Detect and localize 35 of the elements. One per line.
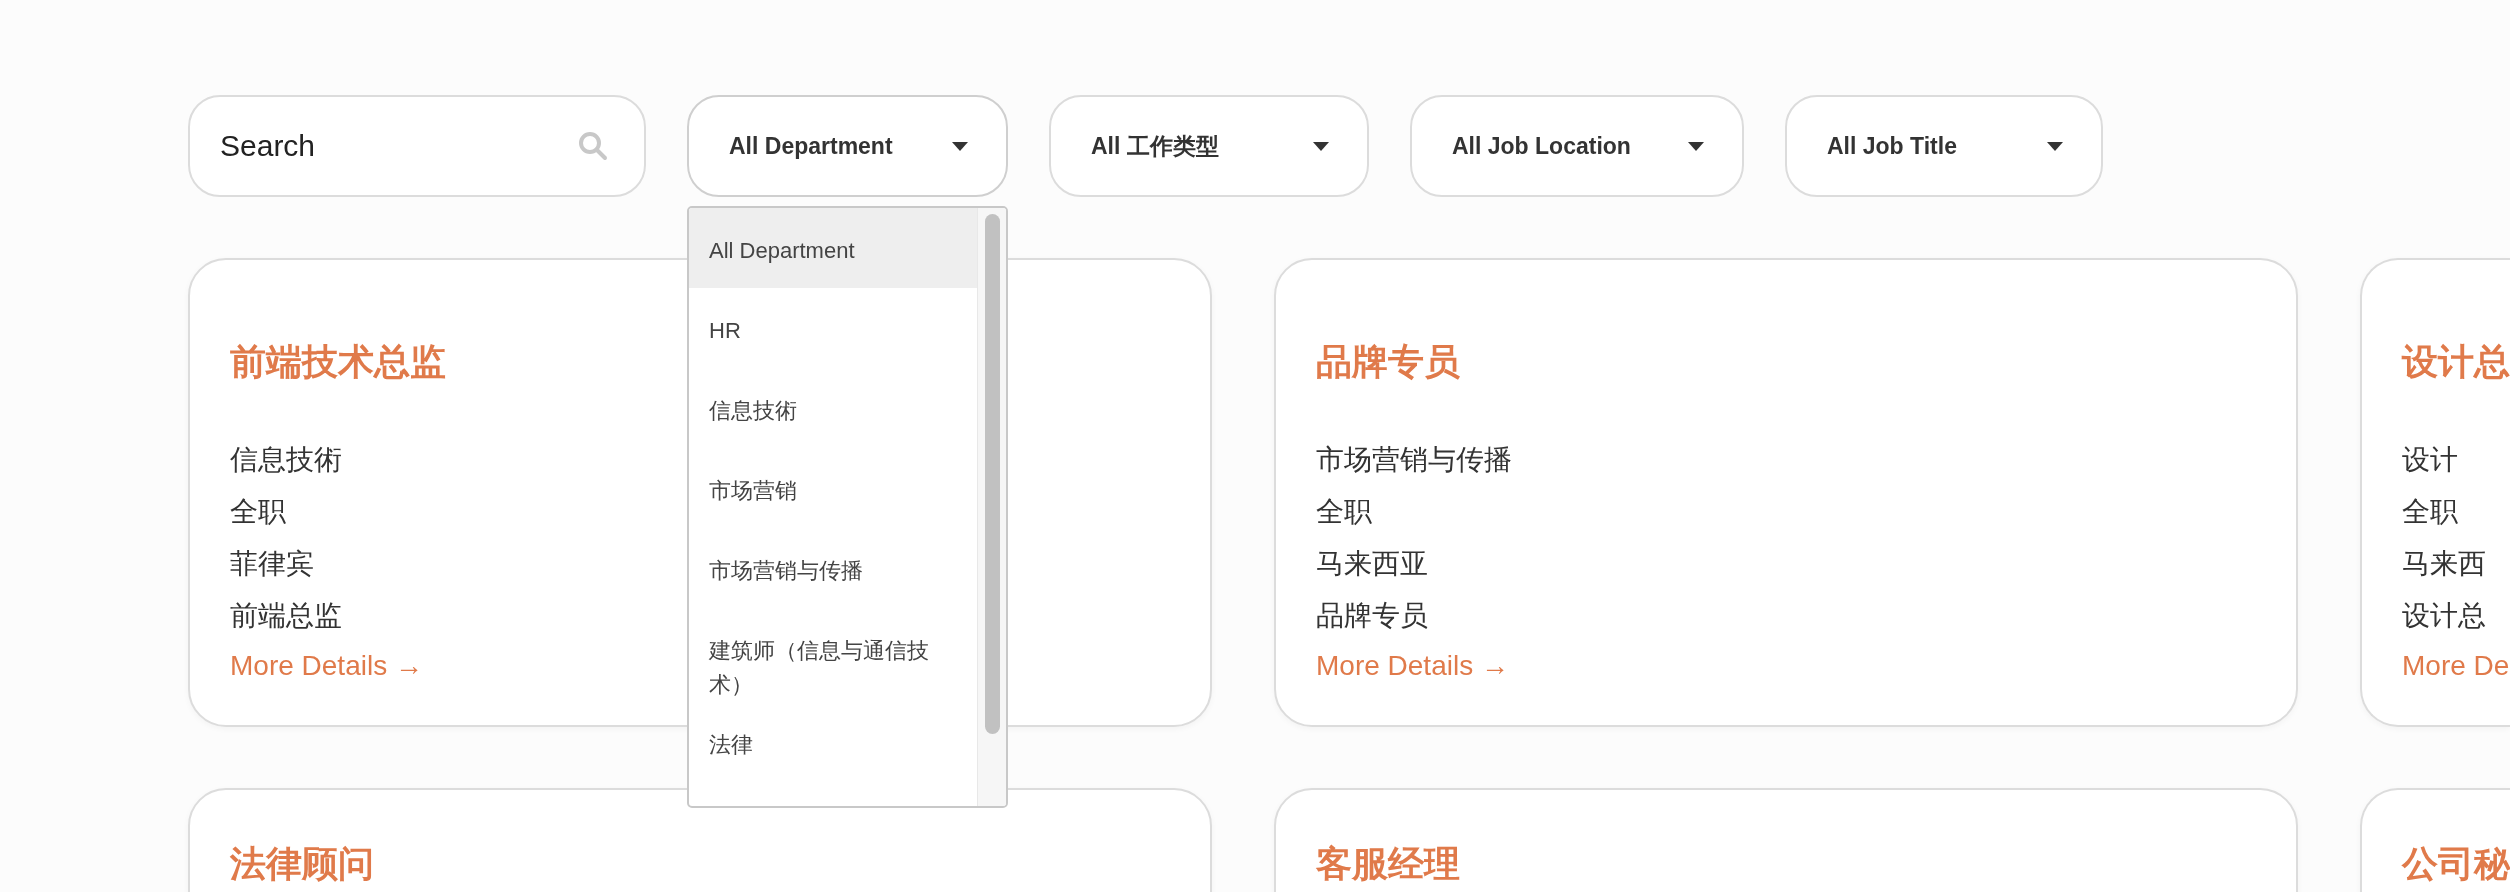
- scrollbar[interactable]: [977, 208, 1006, 806]
- job-detail: 品牌专员: [1316, 599, 1428, 633]
- job-detail: 市场营销与传播: [1316, 443, 1512, 477]
- filter-dropdown[interactable]: All 工作类型: [1049, 95, 1369, 197]
- job-title: 客服经理: [1316, 844, 1461, 884]
- filter-dropdown[interactable]: All Job Location: [1410, 95, 1744, 197]
- job-detail: 设计: [2402, 443, 2458, 477]
- dropdown-option[interactable]: All Department: [689, 208, 977, 288]
- search-icon: [578, 131, 608, 161]
- job-detail: 马来西亚: [1316, 547, 1428, 581]
- search-field[interactable]: Search: [188, 95, 646, 197]
- job-detail: 马来西: [2402, 547, 2486, 581]
- caret-icon: [952, 141, 968, 151]
- caret-icon: [1688, 141, 1704, 151]
- dropdown-option[interactable]: 市场营销: [689, 448, 977, 528]
- job-detail: 全职: [1316, 495, 1372, 529]
- job-detail: 前端总监: [230, 599, 342, 633]
- filter-dropdown[interactable]: All Job Title: [1785, 95, 2103, 197]
- job-detail: 菲律宾: [230, 547, 314, 581]
- dropdown-option[interactable]: 信息技術: [689, 368, 977, 448]
- dropdown-option[interactable]: 市场营销与传播: [689, 528, 977, 608]
- job-title: 品牌专员: [1316, 342, 1461, 382]
- dropdown-option[interactable]: HR: [689, 288, 977, 368]
- caret-icon: [2047, 141, 2063, 151]
- dropdown-option[interactable]: 建筑师（信息与通信技术）: [689, 608, 977, 702]
- filter-dropdown[interactable]: All Department: [687, 95, 1008, 197]
- job-detail: 信息技術: [230, 443, 342, 477]
- job-detail: 设计总: [2402, 599, 2486, 633]
- job-detail: 全职: [2402, 495, 2458, 529]
- job-detail: 全职: [230, 495, 286, 529]
- dropdown-option[interactable]: 法律: [689, 702, 977, 782]
- job-title: 设计总: [2402, 342, 2510, 382]
- job-title: 前端技术总监: [230, 342, 447, 382]
- caret-icon: [1313, 141, 1329, 151]
- job-title: 法律顾问: [230, 844, 375, 884]
